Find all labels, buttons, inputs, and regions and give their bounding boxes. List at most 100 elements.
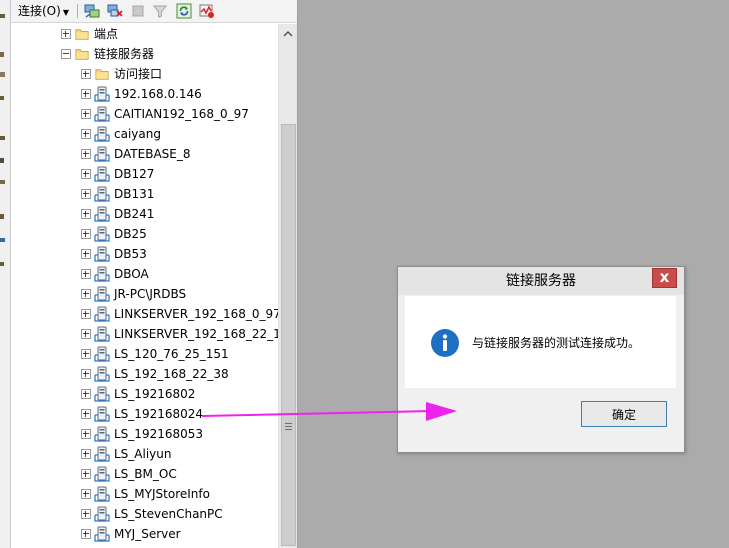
dialog-message: 与链接服务器的测试连接成功。	[472, 336, 641, 350]
tree-node-label: LS_Aliyun	[114, 447, 172, 461]
tree-node-label: DBOA	[114, 267, 149, 281]
expand-icon[interactable]	[81, 369, 91, 379]
tree-node[interactable]: DB25	[11, 224, 278, 244]
close-button[interactable]: x	[652, 268, 677, 288]
connect-dropdown-button[interactable]: 连接(O) ▼	[18, 3, 69, 19]
tree-node[interactable]: DBOA	[11, 264, 278, 284]
tree-node-label: DB127	[114, 167, 155, 181]
linked-server-icon	[94, 146, 110, 162]
activity-monitor-icon[interactable]	[199, 3, 215, 19]
tree-node[interactable]: LS_StevenChanPC	[11, 504, 278, 524]
tree-node-label: DB241	[114, 207, 155, 221]
tree-node[interactable]: 访问接口	[11, 64, 278, 84]
tree-node-label: LS_StevenChanPC	[114, 507, 223, 521]
tree-node[interactable]: DATEBASE_8	[11, 144, 278, 164]
tree-node[interactable]: LINKSERVER_192_168_22_14	[11, 324, 278, 344]
expand-icon[interactable]	[81, 449, 91, 459]
stop-icon[interactable]	[130, 3, 146, 19]
linked-server-dialog: 链接服务器 x 与链接服务器的测试连接成功。 确定	[397, 266, 685, 453]
tree-node-label: LS_192168053	[114, 427, 204, 441]
expand-icon[interactable]	[81, 509, 91, 519]
tree-node-label: 192.168.0.146	[114, 87, 202, 101]
linked-server-icon	[94, 386, 110, 402]
expand-icon[interactable]	[81, 349, 91, 359]
scroll-up-icon[interactable]	[279, 26, 297, 42]
tree-node-label: 链接服务器	[94, 47, 155, 61]
linked-server-icon	[94, 306, 110, 322]
expand-icon[interactable]	[81, 69, 91, 79]
expand-icon[interactable]	[81, 169, 91, 179]
expand-icon[interactable]	[81, 189, 91, 199]
expand-icon[interactable]	[81, 149, 91, 159]
tree-node[interactable]: LS_BM_OC	[11, 464, 278, 484]
expand-icon[interactable]	[81, 129, 91, 139]
tree-node[interactable]: LS_192168024	[11, 404, 278, 424]
tree-node[interactable]: 链接服务器	[11, 44, 278, 64]
tree-node[interactable]: LINKSERVER_192_168_0_97	[11, 304, 278, 324]
ok-button[interactable]: 确定	[581, 401, 667, 427]
linked-server-icon	[94, 266, 110, 282]
tree-node-label: LINKSERVER_192_168_0_97	[114, 307, 278, 321]
expand-icon[interactable]	[81, 209, 91, 219]
tree-node[interactable]: CAITIAN192_168_0_97	[11, 104, 278, 124]
expand-icon[interactable]	[81, 89, 91, 99]
tree-node[interactable]: LS_19216802	[11, 384, 278, 404]
linked-server-icon	[94, 226, 110, 242]
tree-node[interactable]: LS_192168053	[11, 424, 278, 444]
dialog-title: 链接服务器	[398, 267, 684, 295]
tree-node[interactable]: MYJ_Server	[11, 524, 278, 544]
toolbar-separator	[77, 4, 78, 18]
expand-icon[interactable]	[81, 409, 91, 419]
expand-icon[interactable]	[81, 289, 91, 299]
expand-icon[interactable]	[81, 529, 91, 539]
expand-icon[interactable]	[81, 109, 91, 119]
dialog-message-area: 与链接服务器的测试连接成功。	[405, 296, 676, 388]
connect-object-explorer-icon[interactable]	[84, 3, 100, 19]
tree-node[interactable]: DB241	[11, 204, 278, 224]
tree-node[interactable]: caiyang	[11, 124, 278, 144]
expand-icon[interactable]	[81, 429, 91, 439]
scrollbar-thumb[interactable]	[281, 124, 296, 546]
object-explorer-tree: 端点链接服务器访问接口 192.168.0.146 CAITIAN192_168_0…	[11, 24, 278, 548]
expand-icon[interactable]	[81, 469, 91, 479]
tree-node[interactable]: DB131	[11, 184, 278, 204]
expand-icon[interactable]	[81, 329, 91, 339]
background-window-edge	[0, 0, 11, 548]
object-explorer-toolbar: 连接(O) ▼	[11, 0, 297, 23]
tree-vertical-scrollbar[interactable]	[278, 24, 297, 548]
collapse-icon[interactable]	[61, 49, 71, 59]
tree-node-label: LS_BM_OC	[114, 467, 177, 481]
tree-node[interactable]: 192.168.0.146	[11, 84, 278, 104]
expand-icon[interactable]	[81, 229, 91, 239]
linked-server-icon	[94, 126, 110, 142]
tree-node[interactable]: LS_MYJStoreInfo	[11, 484, 278, 504]
expand-icon[interactable]	[81, 309, 91, 319]
filter-icon[interactable]	[152, 3, 168, 19]
tree-node-label: DB131	[114, 187, 155, 201]
tree-node[interactable]: 端点	[11, 24, 278, 44]
linked-server-icon	[94, 326, 110, 342]
linked-server-icon	[94, 466, 110, 482]
refresh-icon[interactable]	[176, 3, 192, 19]
tree-node[interactable]: LS_Aliyun	[11, 444, 278, 464]
expand-icon[interactable]	[81, 269, 91, 279]
tree-node[interactable]: JR-PC\JRDBS	[11, 284, 278, 304]
linked-server-icon	[94, 486, 110, 502]
tree-node-label: DB53	[114, 247, 147, 261]
expand-icon[interactable]	[81, 389, 91, 399]
linked-server-icon	[94, 406, 110, 422]
linked-server-icon	[94, 166, 110, 182]
expand-icon[interactable]	[81, 489, 91, 499]
tree-node-label: DATEBASE_8	[114, 147, 191, 161]
linked-server-icon	[94, 446, 110, 462]
expand-icon[interactable]	[81, 249, 91, 259]
tree-node[interactable]: LS_120_76_25_151	[11, 344, 278, 364]
tree-node-label: LINKSERVER_192_168_22_14	[114, 327, 278, 341]
expand-icon[interactable]	[61, 29, 71, 39]
linked-server-icon	[94, 286, 110, 302]
tree-node[interactable]: DB127	[11, 164, 278, 184]
tree-node[interactable]: LS_192_168_22_38	[11, 364, 278, 384]
disconnect-icon[interactable]	[107, 3, 123, 19]
tree-node[interactable]: DB53	[11, 244, 278, 264]
tree-node-label: MYJ_Server	[114, 527, 181, 541]
